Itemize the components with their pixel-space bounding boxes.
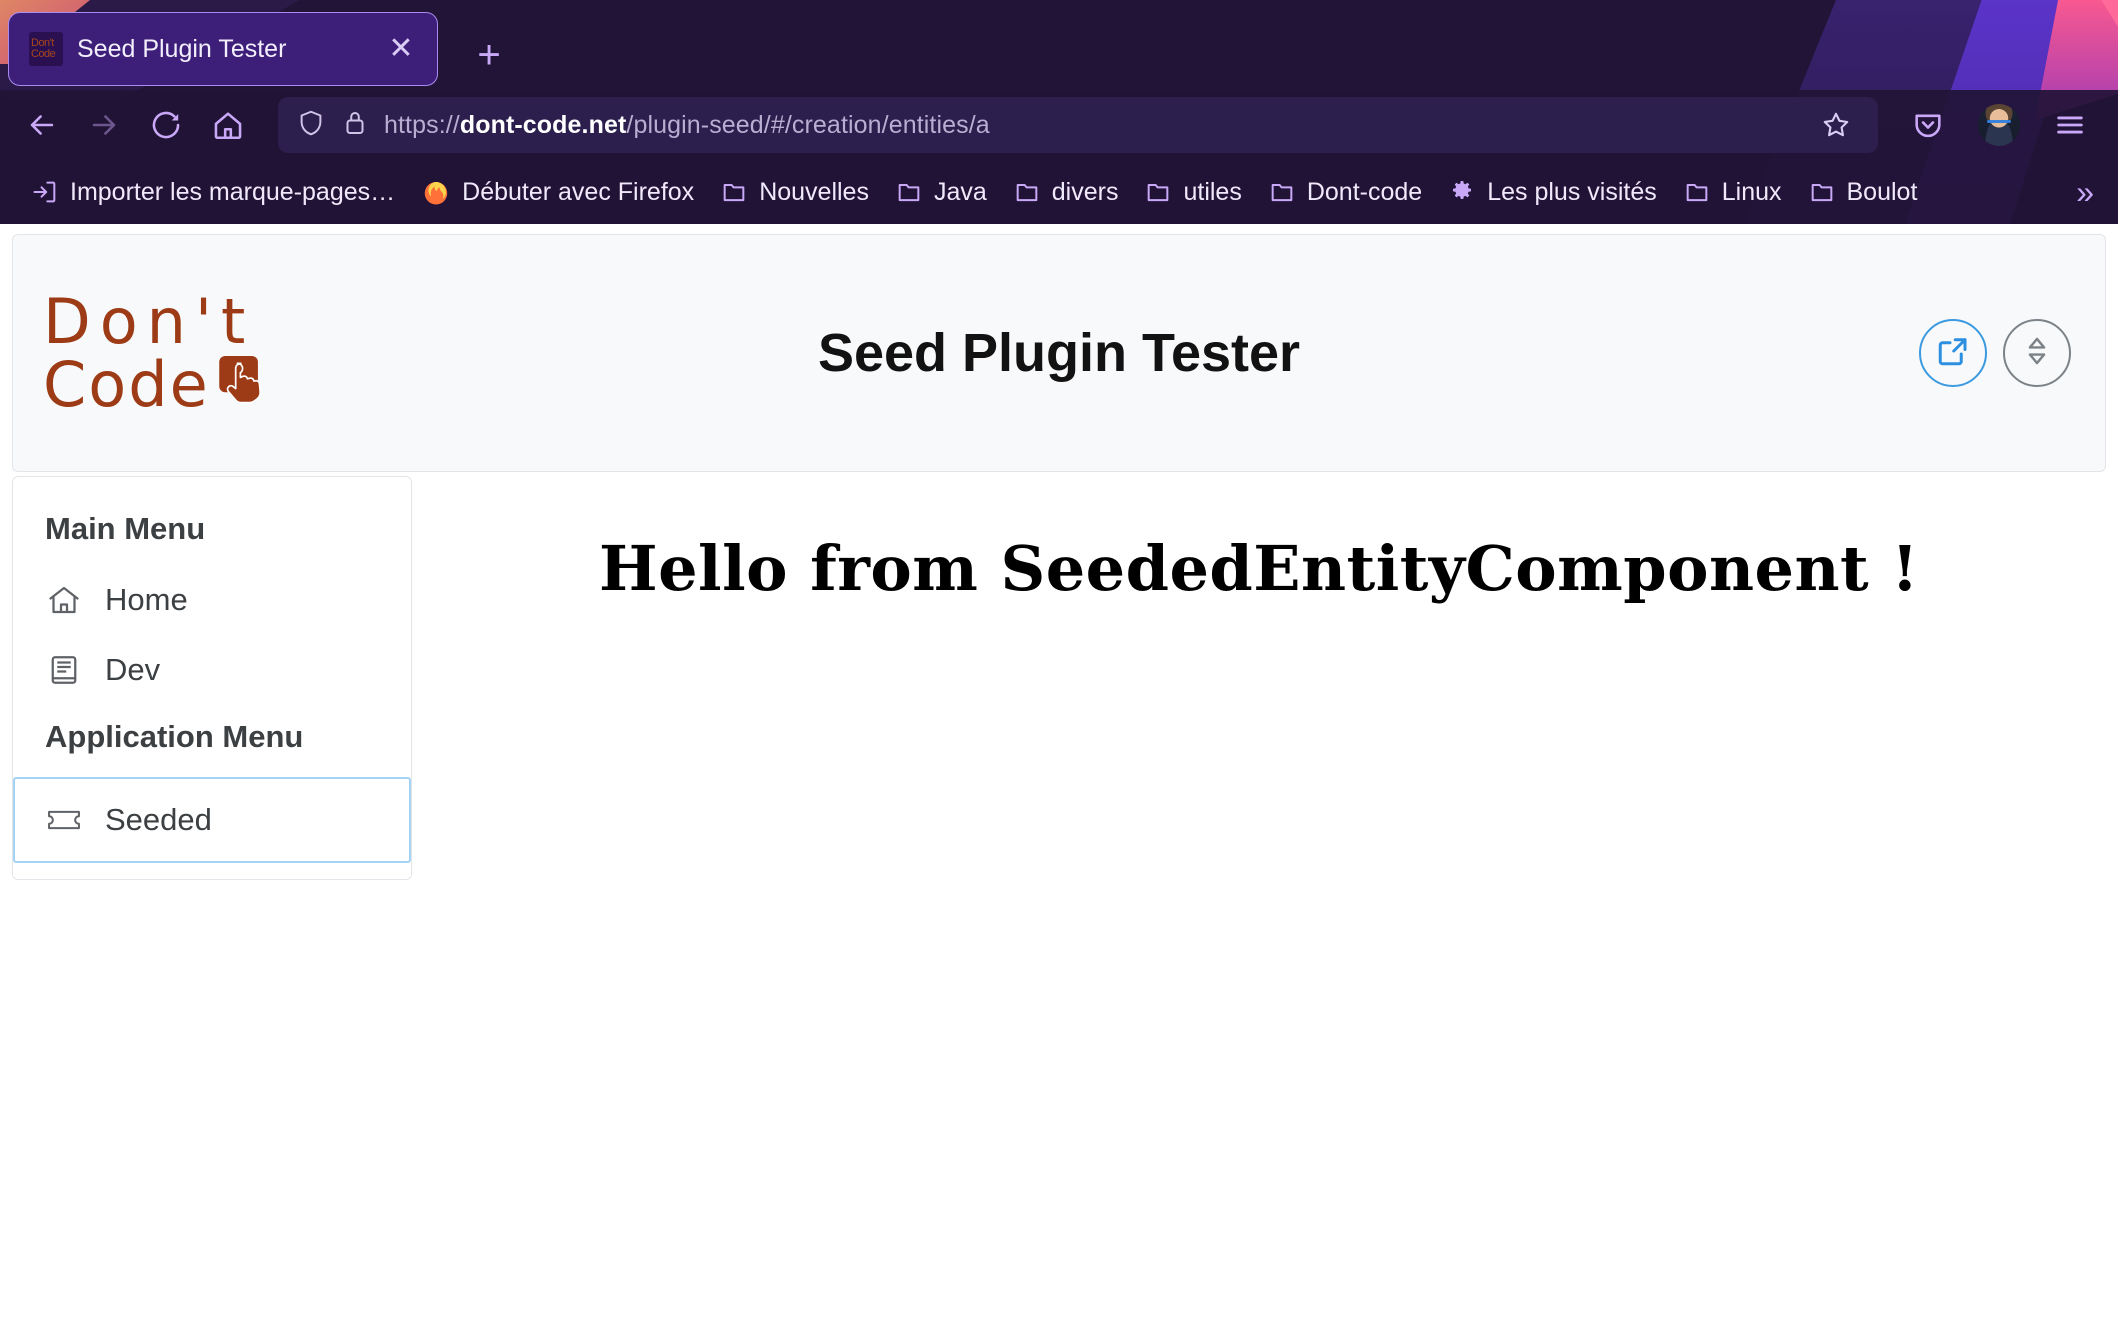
- bookmark-label: Les plus visités: [1487, 177, 1657, 206]
- gear-icon: [1448, 178, 1476, 206]
- folder-icon: [1144, 178, 1172, 206]
- folder-icon: [1013, 178, 1041, 206]
- bookmark-nouvelles[interactable]: Nouvelles: [707, 172, 882, 213]
- open-external-button[interactable]: [1919, 319, 1987, 387]
- sidebar-group-header-application-menu: Application Menu: [45, 719, 304, 754]
- logo-line-1: Don't: [43, 284, 255, 358]
- page-title: Seed Plugin Tester: [817, 323, 1301, 383]
- sort-up-down-icon: [2020, 334, 2054, 373]
- bookmark-label: Boulot: [1846, 177, 1918, 206]
- page-body: Main Menu Home Dev Application Menu Seed…: [12, 472, 2106, 1172]
- url-host: dont-code.net: [459, 110, 627, 139]
- tab-seed-plugin-tester[interactable]: Don't Code Seed Plugin Tester ✕: [8, 12, 438, 86]
- tab-strip: Don't Code Seed Plugin Tester ✕ +: [0, 0, 2118, 90]
- bookmark-divers[interactable]: divers: [1000, 172, 1132, 213]
- folder-icon: [720, 178, 748, 206]
- home-icon[interactable]: [200, 97, 256, 153]
- bookmark-dont-code[interactable]: Dont-code: [1255, 172, 1435, 213]
- page-viewport: Don't Code Seed Plugin Tester Main Menu …: [0, 224, 2118, 1330]
- back-arrow-icon[interactable]: [14, 97, 70, 153]
- bookmark-label: Linux: [1721, 177, 1782, 206]
- shield-icon[interactable]: [296, 108, 326, 143]
- bookmark-utiles[interactable]: utiles: [1131, 172, 1254, 213]
- tab-favicon-icon: Don't Code: [29, 32, 63, 66]
- click-hand-icon: [212, 350, 270, 412]
- profile-avatar[interactable]: [1978, 104, 2020, 146]
- browser-chrome: Don't Code Seed Plugin Tester ✕ + https:…: [0, 0, 2118, 224]
- folder-icon: [1808, 178, 1836, 206]
- toolbar-tools: [1900, 97, 2104, 153]
- sidebar-group-header-main-menu: Main Menu: [45, 511, 206, 546]
- bookmark-java[interactable]: Java: [882, 172, 1000, 213]
- external-link-icon: [1935, 333, 1971, 374]
- bookmark-label: Importer les marque-pages…: [70, 177, 396, 206]
- sidebar-item-label: Home: [105, 582, 188, 617]
- navigation-toolbar: https://dont-code.net/plugin-seed/#/crea…: [0, 90, 2118, 160]
- url-text: https://dont-code.net/plugin-seed/#/crea…: [384, 111, 1796, 140]
- url-path: /plugin-seed/#/creation/entities/a: [626, 110, 990, 139]
- folder-icon: [895, 178, 923, 206]
- sidebar-item-dev[interactable]: Dev: [13, 635, 411, 705]
- favicon-line-2: Code: [31, 48, 56, 60]
- app-header: Don't Code Seed Plugin Tester: [12, 234, 2106, 472]
- new-tab-button[interactable]: +: [458, 24, 520, 86]
- home-icon: [45, 581, 83, 619]
- bookmark-label: Dont-code: [1306, 177, 1423, 206]
- pocket-icon[interactable]: [1900, 97, 1956, 153]
- bookmark-label: utiles: [1183, 177, 1242, 206]
- bookmark-label: divers: [1051, 177, 1119, 206]
- lock-icon[interactable]: [342, 108, 368, 143]
- bookmark-star-icon[interactable]: [1812, 101, 1860, 149]
- header-actions: [1919, 319, 2071, 387]
- hamburger-menu-icon[interactable]: [2042, 97, 2098, 153]
- close-icon[interactable]: ✕: [381, 29, 421, 69]
- sidebar-navigation: Main Menu Home Dev Application Menu Seed…: [12, 476, 412, 880]
- firefox-icon: [421, 177, 451, 207]
- folder-icon: [1268, 178, 1296, 206]
- bookmarks-toolbar: Importer les marque-pages… Débuter avec …: [0, 160, 2118, 224]
- main-heading: Hello from SeededEntityComponent !: [599, 532, 1919, 605]
- bookmark-boulot[interactable]: Boulot: [1795, 172, 1931, 213]
- sidebar-item-label: Dev: [105, 652, 161, 687]
- dont-code-logo: Don't Code: [43, 284, 270, 422]
- address-bar[interactable]: https://dont-code.net/plugin-seed/#/crea…: [278, 97, 1878, 153]
- ticket-icon: [45, 801, 83, 839]
- sidebar-item-home[interactable]: Home: [13, 565, 411, 635]
- bookmark-label: Java: [933, 177, 987, 206]
- url-scheme: https://: [384, 110, 460, 139]
- forward-arrow-icon[interactable]: [76, 97, 132, 153]
- bookmark-firefox[interactable]: Débuter avec Firefox: [408, 171, 707, 213]
- tab-title: Seed Plugin Tester: [77, 34, 287, 63]
- bookmark-label: Nouvelles: [759, 177, 869, 206]
- sidebar-item-seeded[interactable]: Seeded: [13, 777, 411, 863]
- import-icon: [31, 178, 59, 206]
- browser-window: Don't Code Seed Plugin Tester ✕ + https:…: [0, 0, 2118, 1330]
- article-icon: [45, 651, 83, 689]
- logo-line-2: Code: [43, 348, 210, 422]
- expand-collapse-button[interactable]: [2003, 319, 2071, 387]
- reload-icon[interactable]: [138, 97, 194, 153]
- bookmark-import[interactable]: Importer les marque-pages…: [18, 172, 408, 213]
- main-content: Hello from SeededEntityComponent !: [412, 472, 2106, 1172]
- bookmark-linux[interactable]: Linux: [1670, 172, 1795, 213]
- bookmark-label: Débuter avec Firefox: [462, 177, 695, 206]
- bookmarks-overflow-chevron-icon[interactable]: »: [2066, 176, 2104, 208]
- bookmark-les-plus-visites[interactable]: Les plus visités: [1435, 172, 1670, 213]
- sidebar-item-label: Seeded: [105, 802, 212, 837]
- folder-icon: [1683, 178, 1711, 206]
